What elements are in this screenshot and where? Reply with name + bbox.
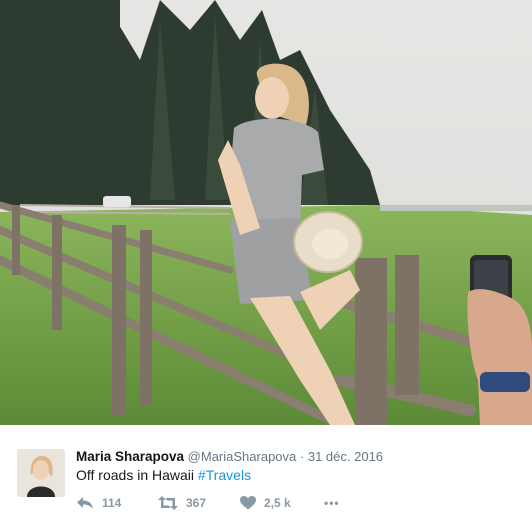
reply-count: 114 bbox=[102, 496, 122, 510]
avatar[interactable] bbox=[17, 449, 65, 497]
author-name[interactable]: Maria Sharapova bbox=[76, 449, 184, 464]
tweet-header: Maria Sharapova @MariaSharapova · 31 déc… bbox=[76, 449, 383, 464]
photo-scene bbox=[0, 0, 532, 425]
retweet-count: 367 bbox=[186, 496, 207, 510]
like-button[interactable]: 2,5 k bbox=[240, 496, 324, 510]
heart-icon bbox=[240, 496, 256, 510]
reply-button[interactable]: 114 bbox=[76, 496, 158, 510]
like-count: 2,5 k bbox=[264, 496, 291, 510]
reply-icon bbox=[76, 496, 94, 510]
tweet-photo[interactable] bbox=[0, 0, 532, 425]
tweet-actions: 114 367 2,5 k ••• bbox=[76, 496, 340, 510]
author-handle[interactable]: @MariaSharapova bbox=[188, 449, 297, 464]
retweet-button[interactable]: 367 bbox=[158, 496, 240, 510]
tweet-date[interactable]: 31 déc. 2016 bbox=[308, 449, 383, 464]
more-button[interactable]: ••• bbox=[324, 496, 340, 510]
retweet-icon bbox=[158, 496, 178, 510]
tweet-body: Off roads in Hawaii bbox=[76, 467, 198, 483]
tweet-text: Off roads in Hawaii #Travels bbox=[76, 467, 251, 483]
header-separator: · bbox=[299, 449, 305, 464]
tweet-card: Maria Sharapova @MariaSharapova · 31 déc… bbox=[0, 425, 532, 528]
hashtag-link[interactable]: #Travels bbox=[198, 467, 251, 483]
more-icon: ••• bbox=[324, 496, 340, 510]
